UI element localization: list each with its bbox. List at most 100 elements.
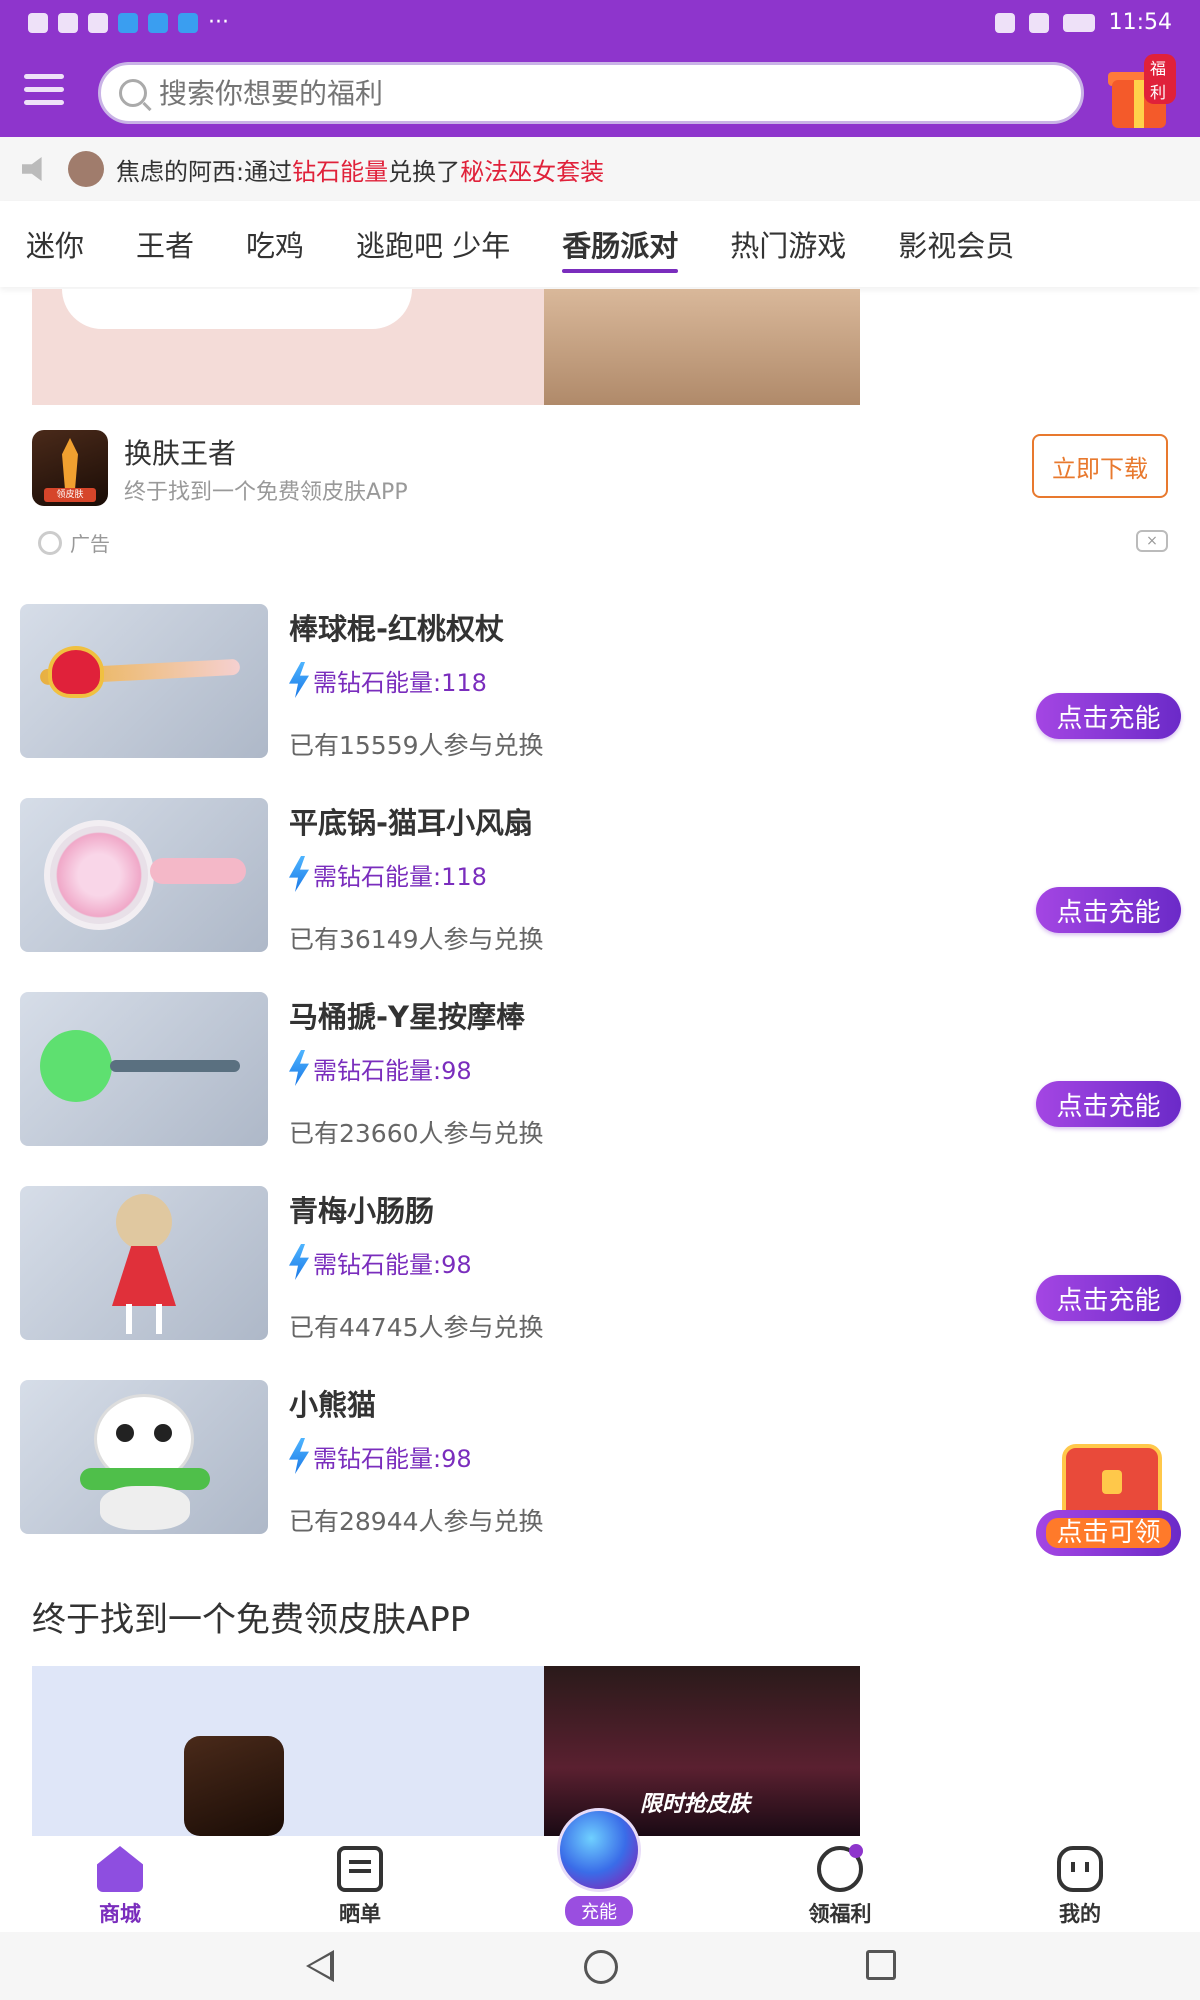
ad-network-icon <box>38 530 62 555</box>
more-status-icon: ··· <box>208 10 229 35</box>
profile-face-icon <box>1057 1846 1103 1892</box>
nav-welfare-label: 领福利 <box>808 1902 872 1926</box>
lightning-icon <box>289 1244 309 1280</box>
product-cost: 需钻石能量:118 <box>289 856 487 892</box>
app-icon-label: 领皮肤 <box>44 488 96 502</box>
product-thumbnail[interactable] <box>20 992 268 1146</box>
ad-app-desc: 终于找到一个免费领皮肤APP <box>124 480 408 505</box>
product-cost-text: 需钻石能量:98 <box>313 1250 472 1279</box>
category-tabs: 迷你 王者 吃鸡 逃跑吧 少年 香肠派对 热门游戏 影视会员 <box>0 201 1200 287</box>
section-banner-image[interactable]: 限时抢皮肤 <box>32 1666 860 1836</box>
recent-apps-icon[interactable] <box>866 1950 896 1980</box>
download-button[interactable]: 立即下载 <box>1032 434 1168 498</box>
product-name: 青梅小肠肠 <box>289 1194 435 1228</box>
app-icon: 领皮肤 <box>32 430 108 506</box>
product-item[interactable]: 平底锅-猫耳小风扇 需钻石能量:118 已有36149人参与兑换 点击充能 <box>0 798 1200 992</box>
app-header: ··· 11:54 福利 <box>0 0 1200 137</box>
product-thumbnail[interactable] <box>20 1380 268 1534</box>
avatar <box>68 151 104 187</box>
exchange-notice-bar: 焦虑的阿西:通过 钻石能量 兑换了 秘法巫女套装 <box>0 137 1200 201</box>
system-navigation-bar <box>0 1932 1200 2000</box>
product-participants: 已有36149人参与兑换 <box>289 925 544 954</box>
ad-app-row[interactable]: 领皮肤 换肤王者 终于找到一个免费领皮肤APP 立即下载 <box>32 430 1172 508</box>
nav-mine-label: 我的 <box>1059 1902 1101 1926</box>
hourglass-icon <box>58 12 78 33</box>
tab-3[interactable]: 逃跑吧 少年 <box>356 223 510 265</box>
nav-charge[interactable]: 充能 <box>554 1808 644 1926</box>
ad-app-name: 换肤王者 <box>124 437 237 470</box>
mute-icon <box>1028 12 1049 33</box>
tab-2[interactable]: 吃鸡 <box>246 223 304 265</box>
ad-banner-image[interactable] <box>32 289 860 405</box>
charge-button[interactable]: 点击充能 <box>1036 1275 1181 1321</box>
nav-post[interactable]: 晒单 <box>300 1846 420 1928</box>
banner-text: 限时抢皮肤 <box>640 1792 751 1817</box>
product-thumbnail[interactable] <box>20 1186 268 1340</box>
notice-user: 焦虑的阿西:通过 <box>116 157 293 186</box>
speaker-icon <box>22 157 42 181</box>
search-bar[interactable] <box>98 62 1084 124</box>
battery-icon <box>1062 13 1095 32</box>
product-thumbnail[interactable] <box>20 798 268 952</box>
tab-5[interactable]: 热门游戏 <box>730 223 846 265</box>
app-icon <box>184 1736 284 1836</box>
notification-dot <box>849 1844 863 1858</box>
ad-label-text: 广告 <box>70 532 110 556</box>
lightning-icon <box>289 856 309 892</box>
notice-item: 秘法巫女套装 <box>460 157 605 186</box>
product-cost-text: 需钻石能量:118 <box>313 862 487 891</box>
nav-post-label: 晒单 <box>339 1902 381 1926</box>
product-item[interactable]: 小熊猫 需钻石能量:98 已有28944人参与兑换 点击可领 <box>0 1380 1200 1574</box>
product-item[interactable]: 马桶搋-Y星按摩棒 需钻石能量:98 已有23660人参与兑换 点击充能 <box>0 992 1200 1186</box>
product-thumbnail[interactable] <box>20 604 268 758</box>
clock: 11:54 <box>1108 10 1172 35</box>
product-cost-text: 需钻石能量:98 <box>313 1056 472 1085</box>
status-right-icons: 11:54 <box>994 10 1172 35</box>
search-app-icon <box>148 12 168 33</box>
product-cost-text: 需钻石能量:98 <box>313 1444 472 1473</box>
product-name: 棒球棍-红桃权杖 <box>289 612 505 646</box>
penguin-icon <box>817 1844 863 1892</box>
product-cost: 需钻石能量:98 <box>289 1244 472 1280</box>
tab-6[interactable]: 影视会员 <box>898 223 1014 265</box>
notice-action: 兑换了 <box>388 157 461 186</box>
nav-welfare[interactable]: 领福利 <box>780 1844 900 1928</box>
section-title: 终于找到一个免费领皮肤APP <box>32 1600 471 1640</box>
nav-mine[interactable]: 我的 <box>1020 1846 1140 1928</box>
status-left-icons: ··· <box>28 10 229 35</box>
nav-home[interactable]: 商城 <box>60 1846 180 1928</box>
tab-4[interactable]: 香肠派对 <box>562 223 679 273</box>
status-bar: ··· 11:54 <box>0 0 1200 48</box>
claim-button[interactable]: 点击可领 <box>1036 1444 1181 1556</box>
ad-label: 广告 <box>38 528 110 557</box>
message-icon <box>337 1846 383 1892</box>
charge-button[interactable]: 点击充能 <box>1036 887 1181 933</box>
back-icon[interactable] <box>306 1950 334 1982</box>
product-participants: 已有15559人参与兑换 <box>289 731 544 760</box>
close-ad-icon[interactable]: × <box>1136 530 1168 552</box>
product-cost: 需钻石能量:98 <box>289 1438 472 1474</box>
tab-1[interactable]: 王者 <box>136 223 194 265</box>
menu-icon[interactable] <box>24 74 64 110</box>
search-input[interactable] <box>159 76 1081 110</box>
product-cost-text: 需钻石能量:118 <box>313 668 487 697</box>
claim-label: 点击可领 <box>1046 1518 1171 1548</box>
tab-0[interactable]: 迷你 <box>26 223 84 265</box>
product-participants: 已有44745人参与兑换 <box>289 1313 544 1342</box>
wifi-icon <box>28 12 48 33</box>
eye-icon <box>994 12 1015 33</box>
bottom-navigation: 商城 晒单 充能 领福利 我的 <box>0 1808 1200 1932</box>
home-icon <box>97 1846 143 1892</box>
charge-button[interactable]: 点击充能 <box>1036 693 1181 739</box>
charge-button[interactable]: 点击充能 <box>1036 1081 1181 1127</box>
wechat-icon <box>88 12 108 33</box>
lightning-icon <box>289 662 309 698</box>
product-item[interactable]: 棒球棍-红桃权杖 需钻石能量:118 已有15559人参与兑换 点击充能 <box>0 604 1200 798</box>
product-item[interactable]: 青梅小肠肠 需钻石能量:98 已有44745人参与兑换 点击充能 <box>0 1186 1200 1380</box>
gift-button[interactable]: 福利 <box>1106 54 1176 134</box>
product-name: 小熊猫 <box>289 1388 377 1422</box>
product-cost: 需钻石能量:98 <box>289 1050 472 1086</box>
product-name: 平底锅-猫耳小风扇 <box>289 806 534 840</box>
home-circle-icon[interactable] <box>584 1950 618 1984</box>
product-list: 棒球棍-红桃权杖 需钻石能量:118 已有15559人参与兑换 点击充能 平底锅… <box>0 604 1200 1574</box>
